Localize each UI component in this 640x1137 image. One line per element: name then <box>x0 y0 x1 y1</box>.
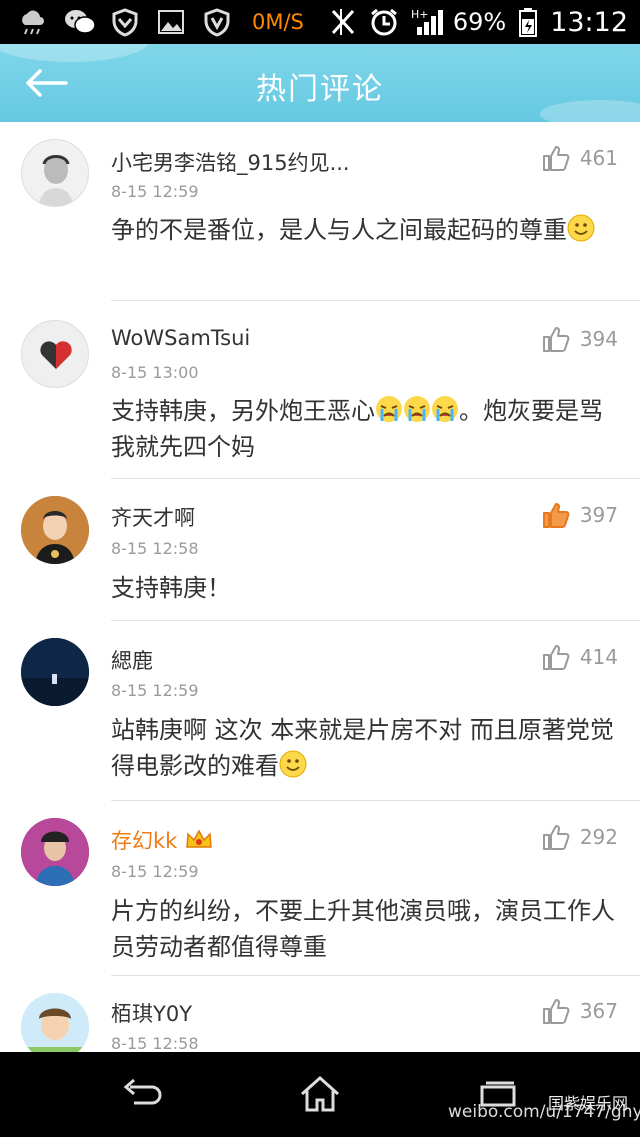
username[interactable]: 栢琪Y0Y <box>111 998 192 1028</box>
username[interactable]: 小宅男李浩铭_915约见... <box>111 147 350 177</box>
like-count: 397 <box>579 503 618 527</box>
timestamp: 8-15 12:58 <box>111 1034 199 1052</box>
comment-text: 站韩庚啊 这次 本来就是片房不对 而且原著党觉得电影改的难看 <box>111 712 621 784</box>
timestamp: 8-15 12:58 <box>111 539 199 558</box>
timestamp: 8-15 12:59 <box>111 681 199 700</box>
timestamp: 8-15 12:59 <box>111 182 199 201</box>
like-count: 367 <box>579 999 618 1023</box>
shield-icon <box>110 7 140 37</box>
username[interactable]: WoWSamTsui <box>111 326 250 350</box>
crying-emoji-icon <box>376 396 402 422</box>
divider <box>111 975 640 976</box>
like-count: 414 <box>579 645 618 669</box>
comment-text: 争的不是番位，是人与人之间最起码的尊重 <box>111 212 621 248</box>
comment-body-a: 支持韩庚，另外炮王恶心 <box>111 397 375 425</box>
avatar[interactable] <box>21 993 89 1052</box>
svg-text:H+: H+ <box>411 8 429 21</box>
thumbs-up-icon <box>542 825 570 850</box>
like-button[interactable]: 394 <box>542 325 618 353</box>
username[interactable]: 齐天才啊 <box>111 502 195 532</box>
like-button[interactable]: 367 <box>542 997 618 1025</box>
thumbs-up-liked-icon <box>542 503 570 528</box>
crying-emoji-icon <box>404 396 430 422</box>
back-nav-icon <box>123 1078 162 1105</box>
title-bar: 热门评论 <box>0 44 640 122</box>
like-count: 292 <box>579 825 618 849</box>
watermark-brand: 国紫娱乐网 <box>548 1094 629 1113</box>
home-nav-icon <box>301 1075 339 1112</box>
comment-list[interactable]: 小宅男李浩铭_915约见... 461 8-15 12:59 争的不是番位，是人… <box>0 122 640 1052</box>
comment-text: 支持韩庚，另外炮王恶心 。炮灰要是骂我就先四个妈 <box>111 393 621 465</box>
avatar[interactable] <box>21 139 89 207</box>
timestamp: 8-15 12:59 <box>111 862 199 881</box>
like-button[interactable]: 397 <box>542 501 618 529</box>
smile-emoji-icon <box>279 750 307 778</box>
like-button[interactable]: 414 <box>542 643 618 671</box>
weather-icon <box>18 7 48 37</box>
comment-body: 争的不是番位，是人与人之间最起码的尊重 <box>111 216 567 244</box>
divider <box>111 478 640 479</box>
comment-text: 支持韩庚！ <box>111 574 231 602</box>
navigation-bar <box>0 1052 640 1137</box>
smile-emoji-icon <box>567 214 595 242</box>
crying-emoji-icon <box>432 396 458 422</box>
vip-crown-icon <box>186 829 213 848</box>
wechat-icon <box>64 7 96 37</box>
like-count: 394 <box>579 327 618 351</box>
clock: 13:12 <box>550 6 628 38</box>
avatar[interactable] <box>21 818 89 886</box>
thumbs-up-icon <box>542 327 570 352</box>
mute-icon <box>327 7 357 37</box>
timestamp: 8-15 13:00 <box>111 363 199 382</box>
username[interactable]: 緦鹿 <box>111 645 153 675</box>
thumbs-up-icon <box>542 645 570 670</box>
alarm-icon <box>369 7 399 37</box>
avatar[interactable] <box>21 496 89 564</box>
like-count: 461 <box>579 146 618 170</box>
divider <box>111 300 640 301</box>
comment-text: 片方的纠纷，不要上升其他演员哦，演员工作人员劳动者都值得尊重 <box>111 897 615 961</box>
page-title: 热门评论 <box>256 72 384 107</box>
battery-icon <box>518 7 538 37</box>
status-bar: 0M/S H+ 69% 13:12 <box>0 0 640 44</box>
vpn-shield-icon <box>202 7 232 37</box>
signal-icon: H+ <box>411 7 443 37</box>
comment-body: 站韩庚啊 这次 本来就是片房不对 而且原著党觉得电影改的难看 <box>111 716 614 780</box>
like-button[interactable]: 461 <box>542 144 618 172</box>
avatar[interactable] <box>21 638 89 706</box>
divider <box>111 800 640 801</box>
net-speed: 0M/S <box>252 10 304 34</box>
nav-back-button[interactable] <box>110 1070 174 1118</box>
thumbs-up-icon <box>542 146 570 171</box>
avatar[interactable] <box>21 320 89 388</box>
username[interactable]: 存幻kk <box>111 825 213 855</box>
divider <box>111 620 640 621</box>
thumbs-up-icon <box>542 999 570 1024</box>
nav-home-button[interactable] <box>288 1070 352 1118</box>
image-icon <box>156 7 186 37</box>
username-text: 存幻kk <box>111 829 178 853</box>
battery-percent: 69% <box>452 8 507 36</box>
like-button[interactable]: 292 <box>542 823 618 851</box>
